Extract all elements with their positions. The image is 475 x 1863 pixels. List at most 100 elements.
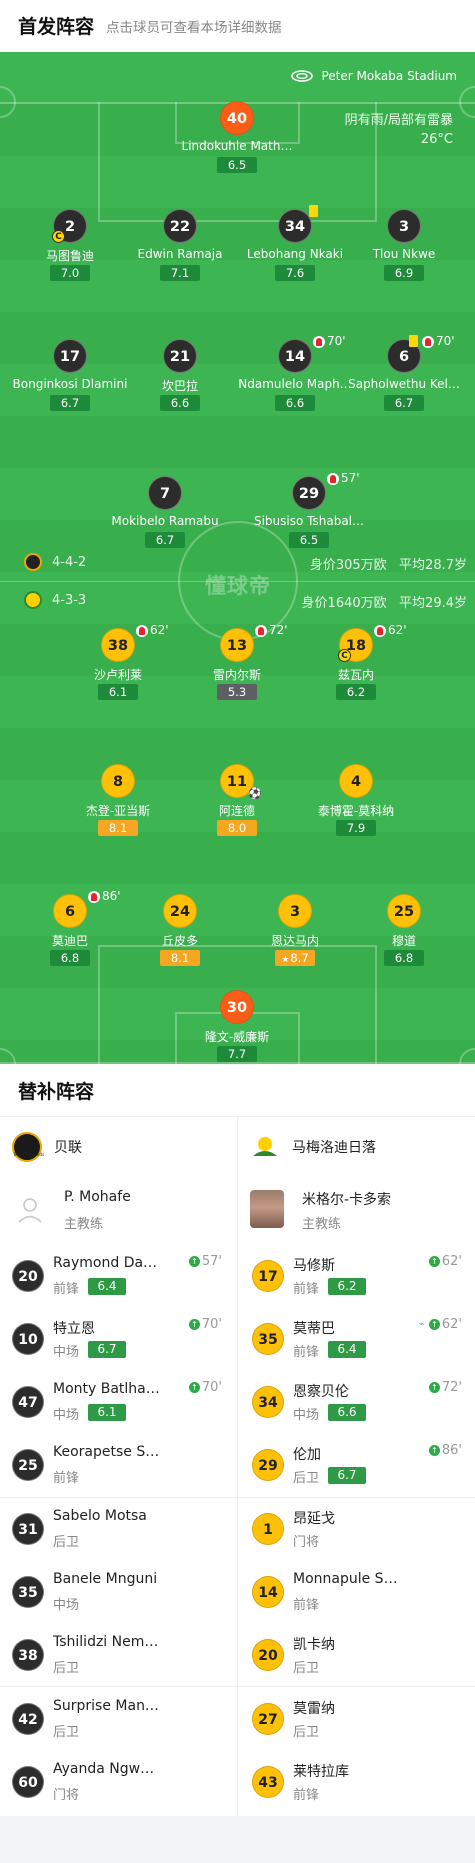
home-formation-text: 4-4-2 — [52, 554, 87, 570]
away-player-mid[interactable]: 8 杰登-亚当斯 8.1 — [60, 764, 176, 868]
sub-on-time: 86' — [441, 1443, 462, 1458]
away-sub-row[interactable]: 43 莱特拉库 前锋 — [240, 1753, 470, 1811]
sub-name: Monnapule S… — [293, 1571, 398, 1587]
player-rating: ★8.7 — [275, 950, 315, 966]
sub-number: 60 — [12, 1766, 44, 1798]
column-divider — [237, 1116, 238, 1816]
home-team-icon — [24, 553, 42, 571]
away-player-gk[interactable]: 30 隆文-威廉斯 7.7 — [179, 990, 295, 1064]
home-sub-row[interactable]: 38 Tshilidzi Nem… 后卫 — [0, 1626, 230, 1684]
sub-on-time: 62' — [441, 1317, 462, 1332]
away-sub-row[interactable]: 1 昂延戈 门将 — [240, 1500, 470, 1558]
lineup-subtitle: 点击球员可查看本场详细数据 — [106, 20, 282, 36]
home-sub-row[interactable]: 35 Banele Mnguni 中场 — [0, 1563, 230, 1621]
home-player-fwd[interactable]: 29 57' Sibusiso Tshabal… 6.5 — [251, 471, 367, 580]
home-player-def[interactable]: 2 C 马图鲁迪 7.0 — [12, 209, 128, 313]
sub-name: Tshilidzi Nem… — [53, 1634, 159, 1650]
away-player-mid[interactable]: 4 泰博霍-莫科纳 7.9 — [298, 764, 414, 868]
coach-name: P. Mohafe — [64, 1189, 131, 1205]
player-name: Edwin Ramaja — [137, 247, 223, 261]
away-coach[interactable]: 米格尔-卡多索 主教练 — [250, 1184, 470, 1238]
home-player-mid[interactable]: 14 70' Ndamulelo Maph… 6.6 — [237, 334, 353, 443]
player-number: 13 — [220, 628, 254, 662]
player-rating: 8.1 — [98, 820, 138, 836]
away-player-def[interactable]: 25 穆道 6.8 — [346, 894, 462, 998]
weather-condition: 阴有雨/局部有雷暴 — [344, 113, 453, 128]
sub-number: 42 — [12, 1703, 44, 1735]
home-player-fwd[interactable]: 7 Mokibelo Ramabu 6.7 — [107, 476, 223, 580]
home-player-mid[interactable]: 21 坎巴拉 6.6 — [122, 339, 238, 443]
sub-name: 凯卡纳 — [293, 1637, 335, 1653]
sub-position: 门将 — [293, 1535, 320, 1550]
player-number: 3 — [387, 209, 421, 243]
player-name: 马图鲁迪 — [45, 249, 94, 263]
captain-badge: C — [52, 230, 65, 243]
away-sub-row[interactable]: 20 凯卡纳 后卫 — [240, 1626, 470, 1684]
home-sub-row[interactable]: 20 Raymond Da… 前锋 6.4 ↑ 57' — [0, 1247, 230, 1305]
lineup-title: 首发阵容 — [18, 16, 95, 38]
away-sub-row[interactable]: 27 莫雷纳 后卫 — [240, 1690, 470, 1748]
sub-on-icon: ↑ — [188, 1319, 200, 1330]
away-player-def[interactable]: 24 丘皮多 8.1 — [122, 894, 238, 998]
sub-rating: 6.7 — [88, 1341, 126, 1358]
player-name: 坎巴拉 — [161, 379, 198, 393]
player-number: 7 — [148, 476, 182, 510]
home-player-def[interactable]: 34 Lebohang Nkaki 7.6 — [237, 205, 353, 313]
away-sub-row[interactable]: 17 马修斯 前锋 6.2 ↑ 62' — [240, 1247, 470, 1305]
home-sub-row[interactable]: 42 Surprise Man… 后卫 — [0, 1690, 230, 1748]
player-rating: 5.3 — [217, 684, 257, 700]
away-sub-team[interactable]: 马梅洛迪日落 — [250, 1132, 376, 1162]
player-rating: 8.0 — [217, 820, 257, 836]
sub-name: 莫雷纳 — [293, 1701, 335, 1717]
away-player-def[interactable]: 3 恩达马内 ★8.7 — [237, 894, 353, 998]
player-rating: 6.2 — [336, 684, 376, 700]
sub-name: 特立恩 — [53, 1321, 95, 1337]
sub-off-icon — [136, 625, 148, 637]
rating-value: 8.7 — [290, 951, 309, 965]
player-number: 29 — [292, 476, 326, 510]
home-player-gk[interactable]: 40 Lindokuhle Math… 6.5 — [179, 101, 295, 205]
away-sub-row[interactable]: 14 Monnapule S… 前锋 — [240, 1563, 470, 1621]
sub-position: 前锋 — [293, 1282, 320, 1297]
sub-position: 后卫 — [293, 1725, 320, 1740]
away-sub-row[interactable]: 29 伦加 后卫 6.7 ↑ 86' — [240, 1436, 470, 1494]
away-player-mid[interactable]: 11 ⚽ 阿连德 8.0 — [179, 764, 295, 868]
home-player-mid[interactable]: 17 Bonginkosi Dlamini 6.7 — [12, 339, 128, 443]
home-coach[interactable]: P. Mohafe 主教练 — [12, 1184, 232, 1238]
player-number: 30 — [220, 990, 254, 1024]
away-player-fwd[interactable]: 38 62' 沙卢利莱 6.1 — [60, 623, 176, 732]
sub-position: 中场 — [53, 1408, 80, 1423]
away-sub-row[interactable]: 34 恩察贝伦 中场 6.6 ↑ 72' — [240, 1373, 470, 1431]
sub-position: 门将 — [53, 1788, 80, 1803]
away-player-fwd[interactable]: 18 C 62' 兹瓦内 6.2 — [298, 623, 414, 732]
player-number: 4 — [339, 764, 373, 798]
away-player-fwd[interactable]: 13 72' 雷内尔斯 5.3 — [179, 623, 295, 732]
player-rating: 8.1 — [160, 950, 200, 966]
home-player-mid[interactable]: 6 70' Sapholwethu Kel… 6.7 — [346, 334, 462, 443]
player-name: Tlou Nkwe — [372, 247, 436, 261]
player-number: 34 — [278, 209, 312, 243]
pitch: Peter Mokaba Stadium 阴有雨/局部有雷暴 26°C 懂球帝 … — [0, 52, 475, 1064]
home-player-def[interactable]: 3 Tlou Nkwe 6.9 — [346, 209, 462, 313]
home-sub-row[interactable]: 47 Monty Batlha… 中场 6.1 ↑ 70' — [0, 1373, 230, 1431]
home-sub-row[interactable]: 60 Ayanda Ngw… 门将 — [0, 1753, 230, 1811]
sub-position: 后卫 — [53, 1725, 80, 1740]
away-sub-row[interactable]: 35 莫蒂巴 前锋 6.4 ⌁ ↑ 62' — [240, 1310, 470, 1368]
home-sub-team[interactable]: Black Leopards 贝联 — [12, 1132, 82, 1162]
home-sub-row[interactable]: 31 Sabelo Motsa 后卫 — [0, 1500, 230, 1558]
sub-on-icon: ↑ — [428, 1256, 440, 1267]
away-formation-text: 4-3-3 — [52, 592, 87, 608]
home-sub-row[interactable]: 25 Keorapetse S… 前锋 — [0, 1436, 230, 1494]
player-name: Bonginkosi Dlamini — [12, 377, 128, 391]
sub-name: 马修斯 — [293, 1258, 335, 1274]
player-name: 杰登-亚当斯 — [85, 804, 151, 818]
sub-time: 70' — [436, 334, 455, 348]
sub-number: 10 — [12, 1323, 44, 1355]
sub-on-info: ↑ 70' — [188, 1380, 222, 1395]
sub-on-icon: ↑ — [188, 1256, 200, 1267]
sub-off-icon — [422, 336, 434, 348]
home-player-def[interactable]: 22 Edwin Ramaja 7.1 — [122, 209, 238, 313]
sub-name: Surprise Man… — [53, 1698, 159, 1714]
away-player-def[interactable]: 6 86' 莫迪巴 6.8 — [12, 889, 128, 998]
home-sub-row[interactable]: 10 特立恩 中场 6.7 ↑ 70' — [0, 1310, 230, 1368]
